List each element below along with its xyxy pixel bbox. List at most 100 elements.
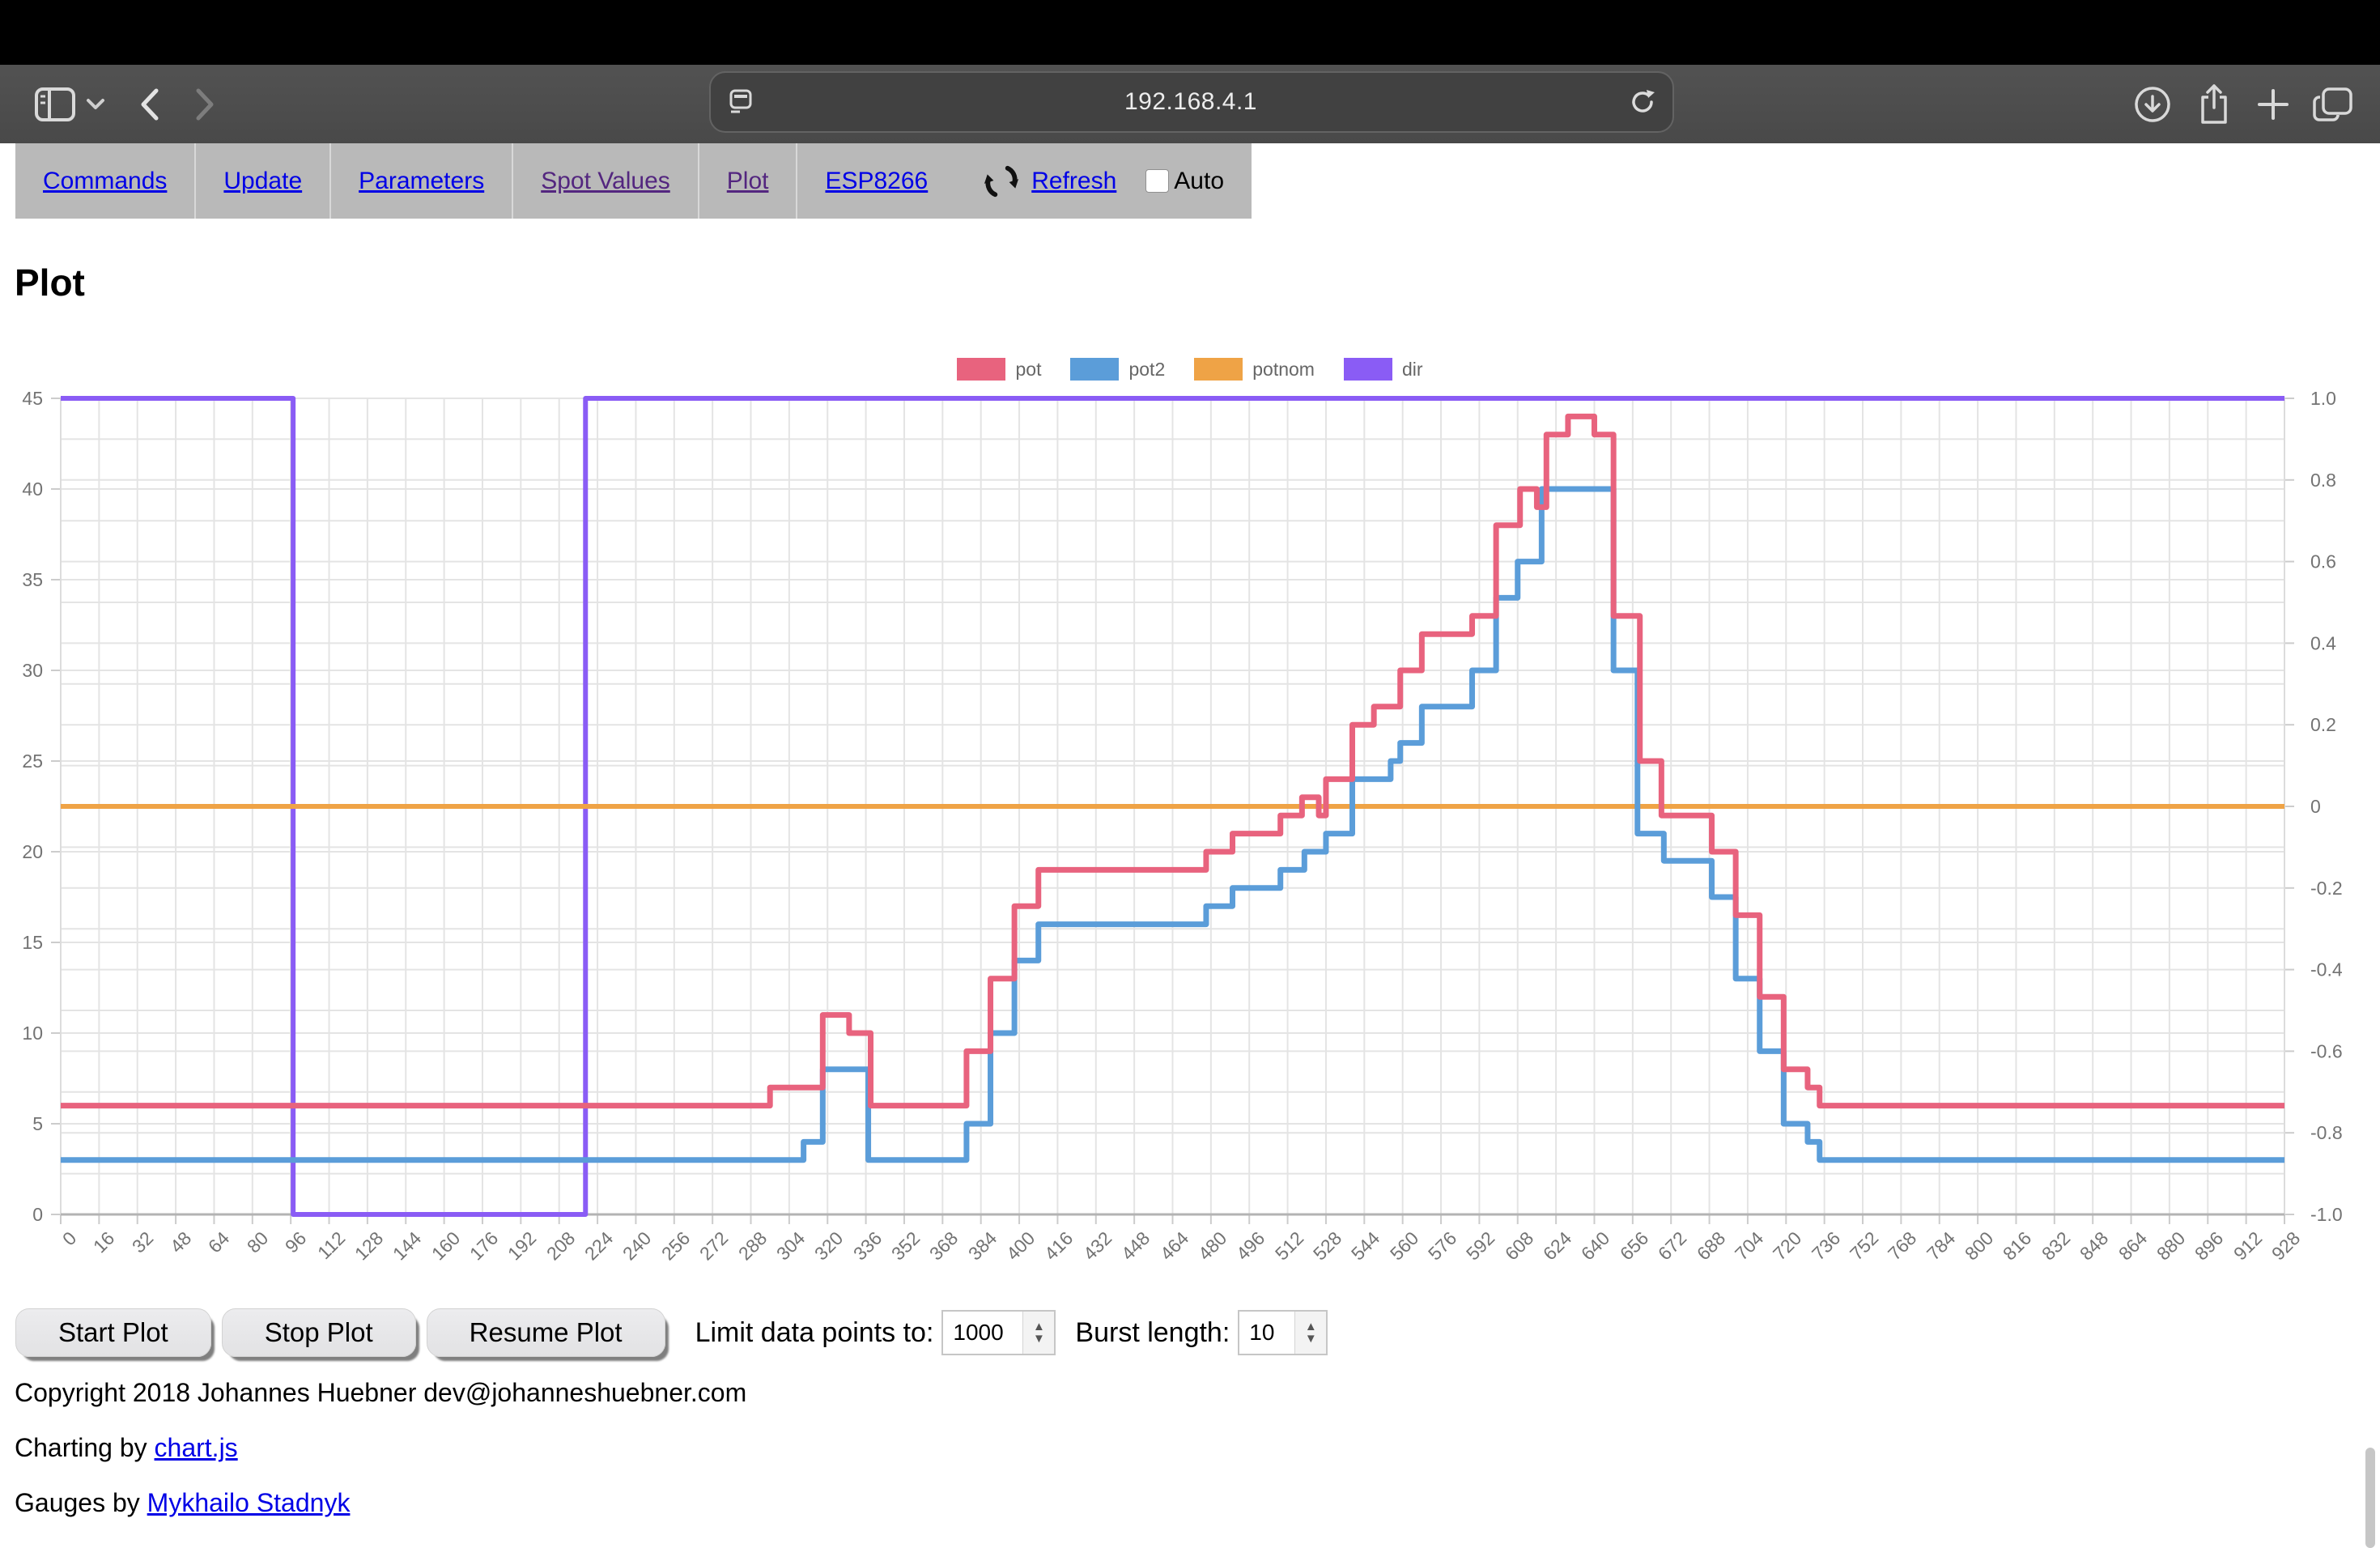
x-tick-label: 64 xyxy=(204,1227,234,1257)
gauges-link[interactable]: Mykhailo Stadnyk xyxy=(147,1488,351,1517)
start-plot-button[interactable]: Start Plot xyxy=(15,1308,211,1357)
sidebar-toggle-button[interactable] xyxy=(31,65,79,143)
nav-link-commands[interactable]: Commands xyxy=(43,168,167,195)
gauges-credit: Gauges by Mykhailo Stadnyk xyxy=(15,1488,350,1518)
stop-plot-button[interactable]: Stop Plot xyxy=(222,1308,416,1357)
x-tick-label: 592 xyxy=(1462,1227,1499,1265)
legend-item-pot[interactable]: pot xyxy=(957,358,1041,381)
reload-icon[interactable] xyxy=(1629,87,1656,117)
x-tick-label: 416 xyxy=(1040,1227,1077,1265)
nav-link-esp8266[interactable]: ESP8266 xyxy=(825,168,928,195)
burst-input[interactable] xyxy=(1239,1312,1294,1354)
nav-link-spot-values[interactable]: Spot Values xyxy=(541,168,670,195)
x-tick-label: 640 xyxy=(1577,1227,1614,1265)
x-tick-label: 704 xyxy=(1731,1227,1768,1265)
gauges-prefix: Gauges by xyxy=(15,1488,147,1517)
x-tick-label: 224 xyxy=(580,1227,618,1265)
auto-checkbox[interactable] xyxy=(1145,169,1169,193)
burst-input-wrap: ▲▼ xyxy=(1238,1310,1328,1355)
nav-link-update[interactable]: Update xyxy=(223,168,302,195)
new-tab-button[interactable] xyxy=(2249,65,2297,143)
browser-toolbar: 192.168.4.1 xyxy=(0,65,2380,143)
x-tick-label: 752 xyxy=(1846,1227,1883,1265)
copyright-text: Copyright 2018 Johannes Huebner dev@joha… xyxy=(15,1378,746,1408)
legend-swatch-dir xyxy=(1344,358,1392,381)
downloads-button[interactable] xyxy=(2127,65,2178,143)
x-tick-label: 384 xyxy=(964,1227,1001,1265)
window-top-bar xyxy=(0,0,2380,65)
nav-link-plot[interactable]: Plot xyxy=(727,168,769,195)
legend-label-pot: pot xyxy=(1015,359,1041,381)
svg-text:0: 0 xyxy=(32,1204,43,1225)
svg-text:35: 35 xyxy=(22,569,43,590)
x-tick-label: 80 xyxy=(243,1227,273,1257)
nav-cell-spot-values: Spot Values xyxy=(513,143,699,219)
x-tick-label: 912 xyxy=(2229,1227,2266,1265)
nav-links: Commands Update Parameters Spot Values Plot E… xyxy=(15,143,955,219)
svg-text:45: 45 xyxy=(22,388,43,409)
nav-cell-commands: Commands xyxy=(15,143,196,219)
x-tick-label: 352 xyxy=(887,1227,924,1265)
x-tick-label: 432 xyxy=(1079,1227,1116,1265)
x-tick-label: 928 xyxy=(2267,1227,2305,1265)
x-tick-label: 320 xyxy=(810,1227,848,1265)
charting-credit: Charting by chart.js xyxy=(15,1433,238,1463)
x-tick-label: 32 xyxy=(128,1227,158,1257)
url-text[interactable]: 192.168.4.1 xyxy=(753,88,1629,116)
x-tick-label: 240 xyxy=(618,1227,656,1265)
legend-item-dir[interactable]: dir xyxy=(1344,358,1423,381)
svg-text:-0.4: -0.4 xyxy=(2310,959,2343,980)
svg-text:1.0: 1.0 xyxy=(2310,388,2336,409)
x-tick-label: 48 xyxy=(166,1227,196,1257)
limit-label: Limit data points to: xyxy=(695,1317,934,1349)
x-tick-label: 608 xyxy=(1501,1227,1538,1265)
limit-stepper[interactable]: ▲▼ xyxy=(1022,1312,1054,1354)
reader-icon[interactable] xyxy=(729,89,753,115)
sidebar-icon xyxy=(35,87,75,121)
limit-input-wrap: ▲▼ xyxy=(941,1310,1056,1355)
x-tick-label: 400 xyxy=(1002,1227,1039,1265)
x-tick-label: 304 xyxy=(772,1227,810,1265)
x-tick-label: 96 xyxy=(281,1227,311,1257)
refresh-icon[interactable] xyxy=(983,163,1020,200)
limit-input[interactable] xyxy=(943,1312,1022,1354)
auto-label: Auto xyxy=(1174,168,1224,195)
address-bar[interactable]: 192.168.4.1 xyxy=(709,71,1674,133)
plot-controls: Start Plot Stop Plot Resume Plot Limit d… xyxy=(15,1307,1328,1359)
legend-swatch-pot2 xyxy=(1070,358,1119,381)
svg-text:-0.2: -0.2 xyxy=(2310,878,2343,899)
nav-cell-plot: Plot xyxy=(699,143,798,219)
share-button[interactable] xyxy=(2189,65,2239,143)
resume-plot-button[interactable]: Resume Plot xyxy=(427,1308,665,1357)
svg-text:25: 25 xyxy=(22,751,43,772)
legend-item-potnom[interactable]: potnom xyxy=(1194,358,1315,381)
x-tick-label: 0 xyxy=(58,1227,81,1250)
x-tick-label: 192 xyxy=(504,1227,541,1265)
chartjs-link[interactable]: chart.js xyxy=(155,1433,238,1462)
x-tick-label: 576 xyxy=(1424,1227,1461,1265)
x-tick-label: 112 xyxy=(313,1227,350,1264)
burst-stepper[interactable]: ▲▼ xyxy=(1294,1312,1326,1354)
page-title: Plot xyxy=(15,261,85,304)
nav-link-parameters[interactable]: Parameters xyxy=(359,168,484,195)
svg-text:-0.6: -0.6 xyxy=(2310,1040,2343,1061)
sidebar-chevron-button[interactable] xyxy=(81,65,110,143)
nav-link-refresh[interactable]: Refresh xyxy=(1031,168,1116,195)
tab-overview-button[interactable] xyxy=(2307,65,2359,143)
x-tick-label: 896 xyxy=(2191,1227,2228,1265)
plus-icon xyxy=(2256,87,2290,121)
x-tick-label: 256 xyxy=(657,1227,695,1265)
svg-text:20: 20 xyxy=(22,841,43,862)
x-tick-label: 288 xyxy=(733,1227,771,1265)
forward-button[interactable] xyxy=(185,65,227,143)
scrollbar-thumb[interactable] xyxy=(2365,1448,2375,1548)
x-tick-label: 816 xyxy=(1999,1227,2036,1265)
legend-label-pot2: pot2 xyxy=(1128,359,1165,381)
back-button[interactable] xyxy=(128,65,170,143)
legend-swatch-potnom xyxy=(1194,358,1243,381)
legend-item-pot2[interactable]: pot2 xyxy=(1070,358,1165,381)
share-icon xyxy=(2196,83,2232,125)
x-tick-label: 768 xyxy=(1884,1227,1921,1265)
legend-swatch-pot xyxy=(957,358,1005,381)
x-tick-label: 784 xyxy=(1923,1227,1960,1265)
